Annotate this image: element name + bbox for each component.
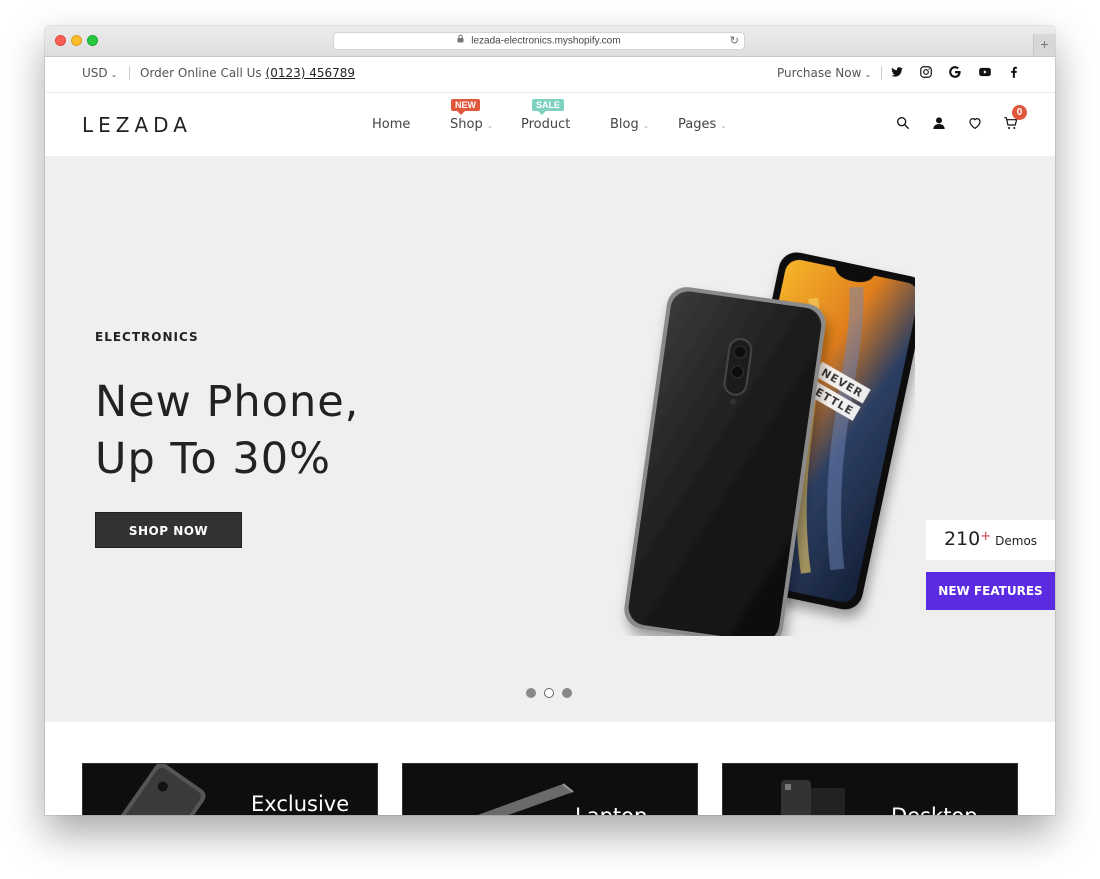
shop-now-button[interactable]: SHOP NOW [95,512,242,548]
cart-count-badge: 0 [1012,105,1027,120]
reload-icon[interactable]: ↻ [730,33,739,49]
category-label: Exclusive [251,792,350,815]
hero-title-line-1: New Phone, [95,377,360,427]
category-label: Desktop [891,804,978,815]
hero-phones-image: NEVER SETTLE [624,252,915,636]
demos-label: Demos [995,534,1038,548]
order-text: Order Online Call Us [140,66,262,80]
order-info: Order Online Call Us (0123) 456789 [140,66,355,80]
chevron-down-icon: ⌄ [110,70,118,79]
facebook-icon[interactable] [1007,65,1021,79]
nav-item-product[interactable]: Product [521,117,570,132]
hero-slider: ELECTRONICS New Phone, Up To 30% SHOP NO… [45,156,1055,722]
slider-dot-active[interactable] [544,688,554,698]
divider [881,66,882,80]
slider-dot[interactable] [526,688,536,698]
new-features-button[interactable]: NEW FEATURES [926,572,1055,610]
browser-titlebar: lezada-electronics.myshopify.com ↻ + [45,26,1055,57]
demos-count-widget[interactable]: 210+ Demos [926,520,1055,560]
desktop-product-image [781,780,845,815]
zoom-window-button[interactable] [87,35,98,46]
minimize-window-button[interactable] [71,35,82,46]
purchase-label: Purchase Now [777,66,862,80]
currency-selector[interactable]: USD ⌄ [82,66,117,80]
nav-label: Blog [610,117,639,132]
user-icon[interactable] [931,115,947,131]
heart-icon[interactable] [967,115,983,131]
lock-icon [457,33,464,49]
divider [129,66,130,80]
chevron-down-icon: ⌄ [720,121,727,130]
laptop-product-image [477,783,574,815]
category-banner-laptop[interactable]: Laptop [402,763,698,815]
purchase-now-dropdown[interactable]: Purchase Now ⌄ [777,66,871,80]
chevron-down-icon: ⌄ [642,121,650,130]
site-logo[interactable]: LEZADA [82,113,192,137]
nav-item-blog[interactable]: Blog ⌄ [610,117,649,132]
chevron-down-icon: ⌄ [864,70,872,79]
close-window-button[interactable] [55,35,66,46]
hero-title: New Phone, Up To 30% [95,374,359,488]
category-label: Laptop [575,804,647,815]
nav-label: Pages [678,117,717,132]
new-tab-button[interactable]: + [1033,34,1055,56]
category-banner-desktop[interactable]: Desktop [722,763,1018,815]
twitter-icon[interactable] [890,65,904,79]
instagram-icon[interactable] [919,65,933,79]
google-icon[interactable] [948,65,962,79]
address-bar[interactable]: lezada-electronics.myshopify.com ↻ [333,32,745,50]
currency-label: USD [82,66,108,80]
category-banner-exclusive[interactable]: Exclusive [82,763,378,815]
nav-label: Shop [450,117,483,132]
demos-count: 210 [943,528,981,550]
nav-item-shop[interactable]: Shop ⌄ [450,117,493,132]
nav-item-pages[interactable]: Pages ⌄ [678,117,727,132]
sale-badge: SALE [532,99,565,115]
hero-title-line-2: Up To 30% [95,434,331,484]
phone-product-image [111,764,206,815]
nav-item-home[interactable]: Home [372,117,410,132]
slider-dot[interactable] [562,688,572,698]
search-icon[interactable] [895,115,911,131]
phone-link[interactable]: (0123) 456789 [266,66,356,80]
chevron-down-icon: ⌄ [486,121,494,130]
browser-window: lezada-electronics.myshopify.com ↻ + USD… [45,26,1055,815]
youtube-icon[interactable] [978,65,992,79]
site-header: LEZADA Home NEW Shop ⌄ SALE Product Blog ⌄… [45,93,1055,156]
new-badge: NEW [451,99,480,115]
hero-eyebrow: ELECTRONICS [95,330,199,344]
nav-label: Home [372,117,411,132]
url-text: lezada-electronics.myshopify.com [471,35,621,47]
top-bar: USD ⌄ Order Online Call Us (0123) 456789 … [45,56,1055,93]
nav-label: Product [521,117,571,132]
demos-plus: + [980,529,992,544]
